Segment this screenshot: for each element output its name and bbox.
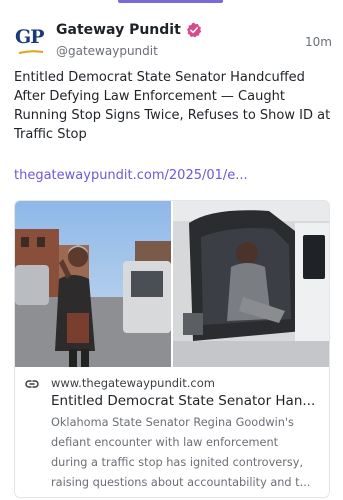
verified-badge-icon	[186, 22, 201, 38]
card-description: Oklahoma State Senator Regina Goodwin's …	[51, 413, 321, 493]
card-image-right	[173, 201, 329, 367]
avatar[interactable]: GP	[14, 24, 46, 56]
timestamp: 10m	[305, 35, 332, 49]
display-name[interactable]: Gateway Pundit	[56, 22, 181, 38]
post-link[interactable]: thegatewaypundit.com/2025/01/e...	[14, 166, 332, 185]
post-header: GP Gateway Pundit @gatewaypundit 10m	[14, 14, 332, 64]
card-meta: www.thegatewaypundit.com Entitled Democr…	[15, 367, 329, 497]
card-description-line: during a traffic stop has ignited contro…	[51, 456, 304, 469]
card-image-left	[15, 201, 171, 367]
card-description-line: raising questions about accountability a…	[51, 476, 311, 489]
card-description-line: defiant encounter with law enforcement	[51, 436, 279, 449]
handle[interactable]: @gatewaypundit	[56, 44, 158, 58]
active-tab-indicator	[118, 0, 223, 3]
name-row: Gateway Pundit	[56, 20, 202, 40]
card-domain: www.thegatewaypundit.com	[51, 376, 215, 390]
top-accent-bar	[0, 0, 343, 3]
logo-swoosh-icon	[18, 50, 44, 54]
card-title[interactable]: Entitled Democrat State Senator Han...	[51, 393, 321, 409]
link-preview-card[interactable]: www.thegatewaypundit.com Entitled Democr…	[14, 200, 330, 498]
card-images	[15, 201, 329, 367]
avatar-logo-text: GP	[15, 26, 44, 48]
post-text: Entitled Democrat State Senator Handcuff…	[14, 70, 331, 142]
link-icon	[25, 380, 39, 388]
card-description-line: Oklahoma State Senator Regina Goodwin's	[51, 416, 294, 429]
